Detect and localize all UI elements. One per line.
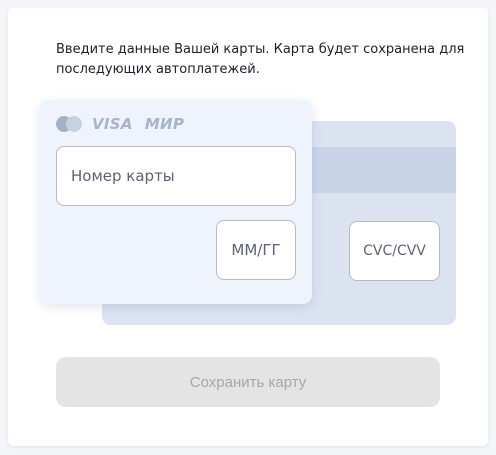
cvc-placeholder: CVC/CVV [363,243,426,259]
card-number-input[interactable]: Номер карты [56,146,296,206]
expiry-input[interactable]: ММ/ГГ [216,220,296,280]
expiry-placeholder: ММ/ГГ [231,241,281,259]
intro-line-2: последующих автоплатежей. [56,62,260,77]
intro-line-1: Введите данные Вашей карты. Карта будет … [56,42,465,57]
intro-text: Введите данные Вашей карты. Карта будет … [56,40,465,80]
mir-logo: МИР [144,115,185,133]
card-brands: VISA МИР [56,115,196,133]
mastercard-icon [56,116,82,132]
visa-logo: VISA [92,115,133,133]
save-card-button[interactable]: Сохранить карту [56,357,440,407]
cvc-input[interactable]: CVC/CVV [349,221,440,281]
card-number-placeholder: Номер карты [71,167,175,185]
